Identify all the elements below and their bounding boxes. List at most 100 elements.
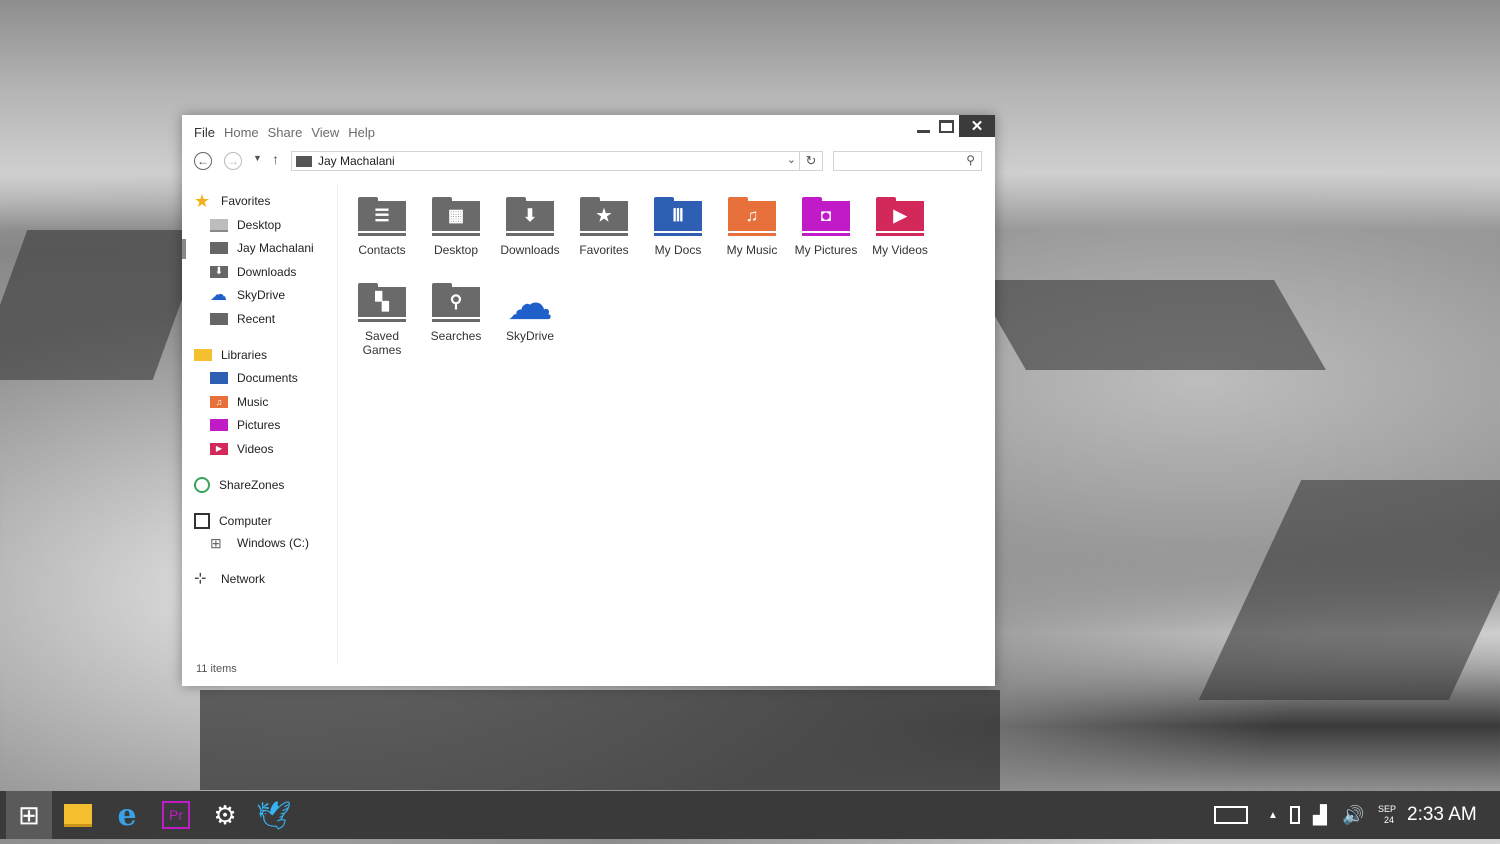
folder-searches[interactable]: ⚲ Searches — [419, 279, 493, 343]
skydrive-cloud-icon: ☁ — [506, 280, 554, 326]
folder-face: ☰ — [358, 201, 406, 231]
sidebar-item-recent[interactable]: Recent — [210, 312, 275, 326]
sidebar-item-sharezones[interactable]: ShareZones — [194, 477, 284, 493]
close-icon: ✕ — [970, 118, 984, 135]
taskbar-internet-explorer[interactable]: e — [104, 791, 150, 839]
premiere-icon: Pr — [162, 801, 190, 829]
downloads-glyph: ⬇ — [522, 206, 538, 225]
folder-label: Favorites — [579, 243, 629, 257]
taskbar-file-explorer[interactable] — [55, 791, 101, 839]
folder-face: ◘ — [802, 201, 850, 231]
menu-help[interactable]: Help — [348, 125, 375, 140]
windows-logo-icon: ⊞ — [18, 799, 40, 830]
my-pictures-folder-icon: ◘ — [802, 197, 850, 237]
folder-label: SkyDrive — [505, 329, 554, 343]
sharezones-icon — [194, 477, 210, 493]
clock-time[interactable]: 2:33 AM — [1407, 791, 1477, 839]
back-button[interactable]: ← — [194, 152, 212, 170]
folder-label: Downloads — [500, 243, 560, 257]
folder-base — [432, 319, 480, 322]
refresh-icon[interactable]: ↻ — [799, 151, 822, 171]
up-button[interactable]: ↑ — [272, 151, 279, 167]
folder-saved-games[interactable]: ▚ Saved Games — [345, 279, 419, 357]
network-icon: ⊹ — [194, 570, 207, 587]
volume-button[interactable]: 🔊 — [1342, 791, 1364, 839]
sidebar-item-downloads[interactable]: ⬇ Downloads — [210, 265, 296, 279]
taskbar-premiere[interactable]: Pr — [153, 791, 199, 839]
folder-my-pictures[interactable]: ◘ My Pictures — [789, 193, 863, 257]
videos-icon: ▶ — [210, 443, 228, 455]
sidebar-item-skydrive[interactable]: ☁ SkyDrive — [210, 285, 285, 304]
sidebar-label: ShareZones — [219, 478, 285, 492]
folder-my-videos[interactable]: ▶ My Videos — [863, 193, 937, 257]
sidebar-label: Downloads — [237, 265, 297, 279]
maximize-icon — [938, 119, 954, 133]
star-glyph: ★ — [596, 206, 612, 225]
sidebar-item-documents[interactable]: Documents — [210, 371, 298, 385]
sidebar-item-videos[interactable]: ▶ Videos — [210, 442, 273, 456]
start-button[interactable]: ⊞ — [6, 791, 52, 839]
folder-favorites[interactable]: ★ Favorites — [567, 193, 641, 257]
contacts-folder-icon: ☰ — [358, 197, 406, 237]
folder-contacts[interactable]: ☰ Contacts — [345, 193, 419, 257]
sidebar-item-favorites[interactable]: ★ Favorites — [194, 192, 270, 210]
folder-face: ★ — [580, 201, 628, 231]
folder-downloads[interactable]: ⬇ Downloads — [493, 193, 567, 257]
internet-explorer-icon: e — [117, 797, 137, 833]
sidebar-item-computer[interactable]: Computer — [194, 513, 272, 529]
forward-button[interactable]: → — [224, 152, 242, 170]
my-docs-folder-icon: Ⅲ — [654, 197, 702, 237]
pictures-icon — [210, 419, 228, 431]
keyboard-icon — [1214, 806, 1248, 824]
sidebar-item-libraries[interactable]: Libraries — [194, 348, 267, 362]
maximize-button[interactable] — [931, 115, 961, 137]
menu-view[interactable]: View — [311, 125, 339, 140]
taskbar-steam[interactable]: ⚙ — [202, 791, 248, 839]
folder-base — [654, 233, 702, 236]
network-signal-button[interactable]: ▟ — [1313, 791, 1327, 839]
chevron-up-icon: ▲ — [1268, 809, 1278, 821]
checker-glyph: ▚ — [375, 292, 389, 311]
clock-date[interactable]: SEP 24 — [1378, 791, 1396, 839]
documents-icon — [210, 372, 228, 384]
sidebar-item-windows-c[interactable]: ⊞ Windows (C:) — [210, 536, 309, 550]
sidebar-item-pictures[interactable]: Pictures — [210, 418, 280, 432]
wallpaper-mountain — [200, 690, 1000, 790]
wallpaper-mountain — [0, 230, 208, 380]
folder-my-music[interactable]: ♫ My Music — [715, 193, 789, 257]
folder-label: Contacts — [358, 243, 406, 257]
arrow-left-icon: ← — [197, 154, 209, 168]
address-dropdown-icon[interactable]: ⌄ — [787, 153, 796, 166]
my-music-folder-icon: ♫ — [728, 197, 776, 237]
docs-glyph: Ⅲ — [672, 206, 684, 225]
close-button[interactable]: ✕ — [959, 115, 995, 137]
show-hidden-icons-button[interactable]: ▲ — [1268, 791, 1278, 839]
recent-locations-button[interactable]: ▼ — [253, 153, 262, 163]
menu-file[interactable]: File — [194, 125, 215, 140]
folder-label: Desktop — [433, 243, 479, 257]
sidebar-selection-marker — [182, 239, 186, 259]
downloads-folder-icon: ⬇ — [506, 197, 554, 237]
folder-skydrive[interactable]: ☁ SkyDrive — [493, 279, 567, 343]
sidebar-item-network[interactable]: ⊹ Network — [194, 570, 265, 587]
searches-folder-icon: ⚲ — [432, 283, 480, 323]
taskbar-twitter[interactable]: 🕊 — [251, 791, 297, 839]
address-bar[interactable]: Jay Machalani ⌄ ↻ — [291, 151, 823, 171]
sidebar-item-desktop[interactable]: Desktop — [210, 218, 281, 232]
pictures-glyph: ◘ — [820, 206, 832, 225]
menu-bar: File Home Share View Help — [194, 125, 375, 140]
folder-desktop[interactable]: ▦ Desktop — [419, 193, 493, 257]
menu-share[interactable]: Share — [268, 125, 303, 140]
battery-button[interactable] — [1290, 791, 1300, 839]
sidebar-label: Pictures — [237, 418, 281, 432]
folder-my-docs[interactable]: Ⅲ My Docs — [641, 193, 715, 257]
search-input[interactable]: ⚲ — [833, 151, 982, 171]
menu-home[interactable]: Home — [224, 125, 259, 140]
sidebar-item-music[interactable]: ♫ Music — [210, 395, 268, 409]
sidebar-item-jay-machalani[interactable]: Jay Machalani — [210, 241, 314, 255]
touch-keyboard-button[interactable] — [1214, 791, 1248, 839]
navigation-bar: ← → ▼ ↑ Jay Machalani ⌄ ↻ ⚲ — [182, 147, 995, 177]
skydrive-cloud-icon: ☁ — [210, 285, 227, 304]
title-bar[interactable]: File Home Share View Help ✕ — [182, 115, 995, 147]
sidebar-label: Music — [237, 395, 269, 409]
